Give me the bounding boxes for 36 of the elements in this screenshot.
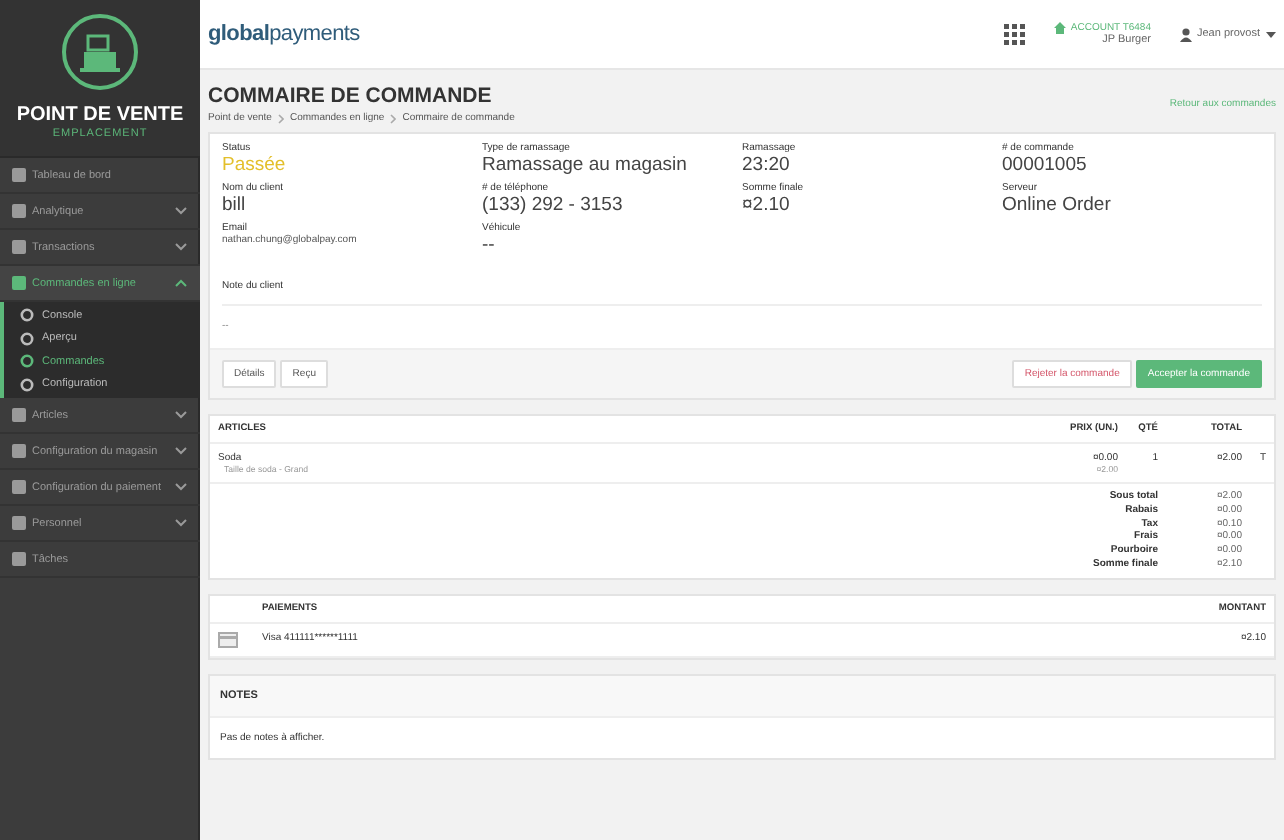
square-icon xyxy=(12,204,26,218)
chevron-icon xyxy=(174,518,188,528)
square-icon xyxy=(12,516,26,530)
chevron-icon xyxy=(390,113,397,123)
app-title: POINT DE VENTE xyxy=(16,104,184,126)
square-icon xyxy=(12,276,26,290)
chevron-icon xyxy=(174,410,188,420)
chevron-icon xyxy=(174,206,188,216)
chevron-icon xyxy=(174,446,188,456)
chevron-icon xyxy=(277,113,284,123)
field-value: -- xyxy=(482,234,497,256)
square-icon xyxy=(12,240,26,254)
field-value: bill xyxy=(222,194,248,216)
cash-register-icon xyxy=(60,12,140,92)
page-title: COMMAIRE DE COMMANDE xyxy=(208,84,494,108)
square-icon xyxy=(12,444,26,458)
field-value: 00001005 xyxy=(1002,154,1089,176)
field-value: 23:20 xyxy=(742,154,792,176)
field-value: ¤2.10 xyxy=(742,194,792,216)
chevron-icon xyxy=(174,278,188,288)
grid-icon xyxy=(1004,23,1027,45)
credit-card-icon xyxy=(218,631,238,648)
chevron-icon xyxy=(174,242,188,252)
square-icon xyxy=(12,480,26,494)
brand-logo: globalpayments xyxy=(208,22,360,46)
person-icon xyxy=(1179,27,1191,41)
field-value: Ramassage au magasin xyxy=(482,154,689,176)
field-value: (133) 292 - 3153 xyxy=(482,194,625,216)
square-icon xyxy=(12,168,26,182)
field-value: Passée xyxy=(222,154,288,176)
chevron-icon xyxy=(174,482,188,492)
caret-icon xyxy=(1266,31,1276,37)
home-icon xyxy=(1054,22,1067,34)
square-icon xyxy=(12,408,26,422)
square-icon xyxy=(12,552,26,566)
field-value: Online Order xyxy=(1002,194,1113,216)
